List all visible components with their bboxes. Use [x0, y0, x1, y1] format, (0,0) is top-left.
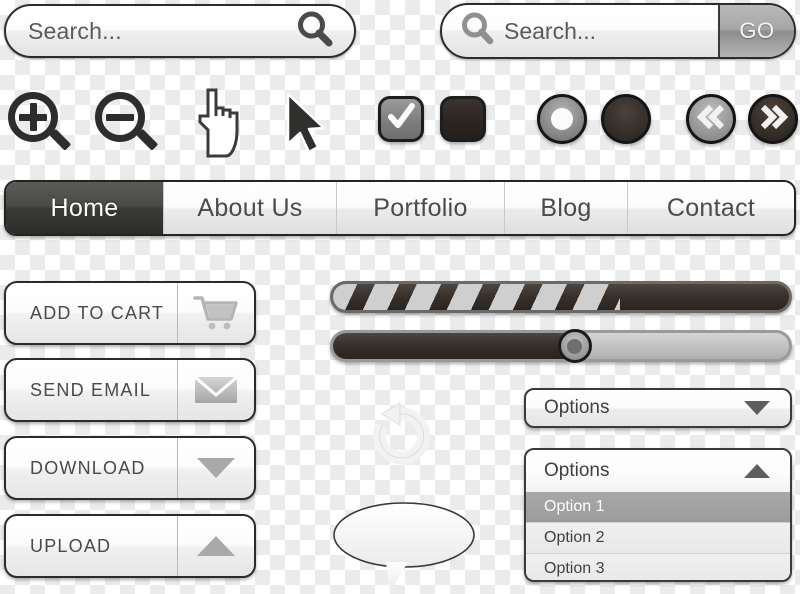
send-email-label: SEND EMAIL: [30, 379, 152, 400]
search-bar[interactable]: Search...: [4, 4, 356, 58]
nav-item-home[interactable]: Home: [6, 182, 163, 234]
ui-kit-canvas: Search... Search... GO Home About Us Por…: [0, 0, 800, 594]
dropdown-option-2[interactable]: Option 2: [526, 522, 790, 553]
triangle-down-icon: [177, 438, 254, 498]
dropdown-option-3[interactable]: Option 3: [526, 553, 790, 580]
nav-item-about-us[interactable]: About Us: [163, 182, 336, 234]
send-email-button[interactable]: SEND EMAIL: [4, 358, 256, 422]
refresh-icon[interactable]: [362, 398, 438, 474]
checkbox-unchecked[interactable]: [440, 96, 486, 142]
upload-button[interactable]: UPLOAD: [4, 514, 256, 578]
download-label: DOWNLOAD: [30, 457, 146, 478]
dropdown-option-1[interactable]: Option 1: [526, 492, 790, 522]
previous-button[interactable]: [686, 94, 736, 144]
add-to-cart-label: ADD TO CART: [30, 302, 165, 323]
search-icon[interactable]: [296, 10, 334, 53]
progress-bar-fill: [333, 284, 621, 310]
nav-item-blog[interactable]: Blog: [504, 182, 627, 234]
nav-item-contact[interactable]: Contact: [627, 182, 794, 234]
navigation-bar: Home About Us Portfolio Blog Contact: [4, 180, 796, 236]
slider[interactable]: [330, 329, 792, 363]
shopping-cart-icon: [177, 283, 254, 343]
next-button[interactable]: [748, 94, 798, 144]
triangle-up-icon: [177, 516, 254, 576]
check-icon: [386, 102, 416, 137]
icon-row: [0, 84, 800, 166]
checkbox-checked[interactable]: [378, 96, 424, 142]
add-to-cart-button[interactable]: ADD TO CART: [4, 281, 256, 345]
progress-bar: [330, 281, 792, 313]
chevron-down-icon[interactable]: [744, 401, 770, 415]
double-chevron-right-icon: [758, 104, 789, 135]
zoom-in-icon[interactable]: [8, 92, 72, 154]
dropdown-expanded-header[interactable]: Options: [526, 450, 790, 492]
hand-pointer-cursor-icon: [188, 86, 250, 167]
dropdown-expanded-label: Options: [544, 460, 610, 481]
dropdown-expanded: Options Option 1 Option 2 Option 3: [524, 448, 792, 582]
chevron-up-icon[interactable]: [744, 464, 770, 478]
zoom-out-icon[interactable]: [95, 92, 159, 154]
slider-track-fill: [333, 333, 575, 359]
search-icon: [460, 11, 496, 52]
envelope-icon: [177, 360, 254, 420]
speech-bubble-icon: [330, 500, 478, 594]
upload-label: UPLOAD: [30, 535, 112, 556]
arrow-cursor-icon: [282, 92, 330, 159]
nav-item-portfolio[interactable]: Portfolio: [336, 182, 504, 234]
radio-selected[interactable]: [537, 94, 587, 144]
slider-thumb-core: [567, 338, 583, 354]
radio-unselected[interactable]: [601, 94, 651, 144]
go-button[interactable]: GO: [718, 5, 794, 57]
search-bar-with-go[interactable]: Search... GO: [440, 3, 796, 59]
radio-dot: [551, 108, 573, 130]
search-input[interactable]: Search...: [504, 18, 718, 45]
double-chevron-left-icon: [696, 104, 726, 135]
dropdown-collapsed-label: Options: [544, 397, 610, 418]
slider-thumb[interactable]: [557, 329, 592, 363]
download-button[interactable]: DOWNLOAD: [4, 436, 256, 500]
dropdown-collapsed[interactable]: Options: [524, 388, 792, 428]
search-input[interactable]: Search...: [6, 18, 296, 45]
